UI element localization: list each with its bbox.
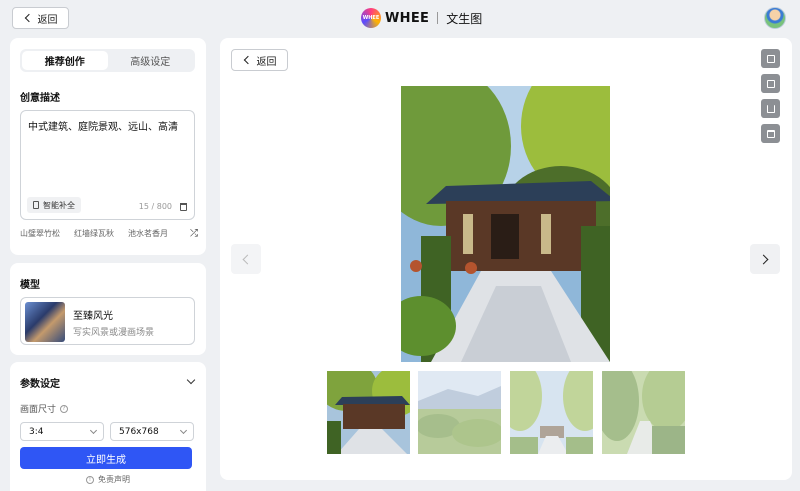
thumbnail-image	[510, 371, 593, 454]
chevron-down-icon	[89, 426, 98, 435]
back-button[interactable]: 返回	[231, 49, 288, 71]
ratio-value: 3:4	[29, 426, 44, 437]
generate-button[interactable]: 立即生成	[20, 447, 192, 469]
params-header[interactable]: 参数设定	[20, 375, 196, 390]
mode-tabs: 推荐创作 高级设定	[20, 49, 195, 72]
copy-image-icon[interactable]	[761, 74, 780, 93]
tray-icon	[766, 104, 775, 113]
thumbnail-3[interactable]	[510, 371, 593, 454]
back-label: 返回	[37, 14, 58, 26]
square-icon	[766, 79, 775, 88]
chevron-left-icon	[24, 13, 33, 23]
brand-name: WHEE	[385, 10, 430, 26]
delete-icon[interactable]	[761, 124, 780, 143]
model-title: 模型	[20, 280, 40, 291]
prompt-title: 创意描述	[20, 93, 60, 104]
thumbnail-1[interactable]	[327, 371, 410, 454]
chevron-down-icon	[179, 426, 188, 435]
chevron-right-icon	[758, 254, 769, 264]
model-selector[interactable]: 至臻风光 写实风景或漫画场景	[20, 297, 195, 345]
chevron-down-icon	[186, 375, 196, 385]
thumbnail-image	[418, 371, 501, 454]
resolution-select[interactable]: 576x768	[110, 422, 194, 441]
params-panel: 参数设定 画面尺寸 ? 3:4 576x768 立即生成 ! 免责声明	[10, 362, 206, 491]
logo-badge-icon: WHEE	[361, 8, 381, 28]
disclaimer-label: 免责声明	[98, 475, 130, 484]
chevron-left-icon	[242, 254, 253, 264]
prompt-panel: 推荐创作 高级设定 创意描述 中式建筑、庭院景观、远山、高清 智能补全 15 /…	[10, 38, 206, 255]
top-bar: 返回 WHEE WHEE 文生图	[0, 0, 800, 36]
char-counter: 15 / 800	[138, 202, 172, 211]
model-description: 写实风景或漫画场景	[73, 328, 155, 338]
document-icon	[33, 201, 39, 209]
app-logo[interactable]: WHEE WHEE 文生图	[361, 8, 482, 28]
resolution-value: 576x768	[119, 426, 159, 437]
size-label-row: 画面尺寸 ?	[20, 402, 69, 415]
preview-panel: 返回	[220, 38, 792, 480]
previous-image-button[interactable]	[231, 244, 261, 274]
thumbnail-4[interactable]	[602, 371, 685, 454]
suggestion-chip[interactable]: 池水茗香月	[128, 228, 168, 239]
download-icon[interactable]	[761, 99, 780, 118]
user-avatar[interactable]	[764, 7, 786, 29]
tab-recommended[interactable]: 推荐创作	[22, 51, 108, 70]
logo-divider	[437, 12, 439, 24]
ratio-select[interactable]: 3:4	[20, 422, 104, 441]
next-image-button[interactable]	[750, 244, 780, 274]
smart-fill-button[interactable]: 智能补全	[27, 197, 81, 213]
square-icon	[766, 54, 775, 63]
thumbnail-image	[602, 371, 685, 454]
params-title: 参数设定	[20, 379, 60, 390]
info-icon: !	[86, 475, 94, 484]
disclaimer-link[interactable]: ! 免责声明	[10, 474, 206, 485]
generated-image[interactable]	[401, 86, 610, 362]
model-panel: 模型 至臻风光 写实风景或漫画场景	[10, 263, 206, 355]
trash-icon	[766, 129, 775, 138]
suggestion-chip[interactable]: 山璧翠竹松	[20, 228, 60, 239]
smart-fill-label: 智能补全	[43, 200, 75, 210]
tab-advanced[interactable]: 高级设定	[108, 51, 194, 70]
page-title: 文生图	[446, 11, 483, 26]
size-label: 画面尺寸	[20, 405, 57, 415]
prompt-suggestions: 山璧翠竹松 红墙绿瓦秋 池水茗香月 ⤮	[20, 228, 198, 239]
suggestion-chip[interactable]: 红墙绿瓦秋	[74, 228, 114, 239]
chevron-left-icon	[243, 55, 252, 65]
model-name: 至臻风光	[73, 311, 113, 322]
back-label: 返回	[256, 56, 277, 68]
thumbnail-image	[327, 371, 410, 454]
prompt-textarea[interactable]: 中式建筑、庭院景观、远山、高清 智能补全 15 / 800	[20, 110, 195, 220]
info-icon[interactable]: ?	[60, 404, 69, 413]
open-external-icon[interactable]	[761, 49, 780, 68]
model-thumbnail	[25, 302, 65, 342]
back-button[interactable]: 返回	[12, 7, 69, 29]
courtyard-scene	[401, 86, 610, 362]
clear-prompt-icon[interactable]	[180, 203, 187, 211]
shuffle-icon[interactable]: ⤮	[190, 228, 198, 239]
prompt-text: 中式建筑、庭院景观、远山、高清	[28, 122, 178, 133]
thumbnail-2[interactable]	[418, 371, 501, 454]
